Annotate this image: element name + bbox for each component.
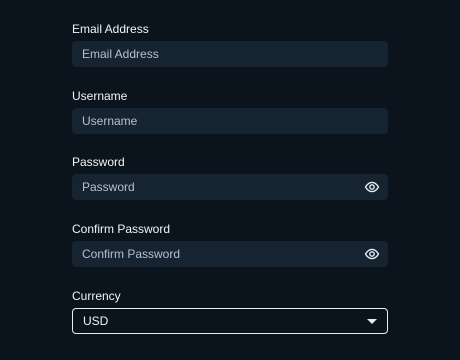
eye-icon[interactable] [364,179,380,195]
username-placeholder: Username [82,114,138,128]
chevron-down-icon[interactable] [367,319,377,324]
confirm-password-label: Confirm Password [72,222,171,236]
currency-label: Currency [72,289,121,303]
eye-icon[interactable] [364,246,380,262]
username-label: Username [72,89,128,103]
password-input[interactable]: Password [72,174,388,200]
email-placeholder: Email Address [82,47,159,61]
username-input[interactable]: Username [72,108,388,134]
confirm-password-input[interactable]: Confirm Password [72,241,388,267]
currency-select[interactable]: USD [72,308,388,334]
email-input[interactable]: Email Address [72,41,388,67]
email-label: Email Address [72,22,149,36]
currency-value: USD [83,314,109,328]
password-placeholder: Password [82,180,135,194]
confirm-password-placeholder: Confirm Password [82,247,181,261]
password-label: Password [72,155,125,169]
